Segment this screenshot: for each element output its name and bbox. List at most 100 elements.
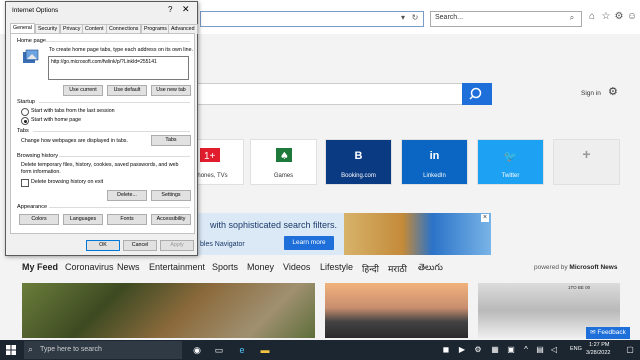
- tabs-heading: Tabs: [17, 128, 29, 134]
- delete-button[interactable]: Delete...: [107, 190, 147, 201]
- network-icon[interactable]: ▤: [534, 344, 546, 356]
- bing-search-input[interactable]: [195, 83, 465, 105]
- powered-by: powered by Microsoft News: [534, 264, 617, 271]
- smiley-icon[interactable]: ☺: [626, 11, 638, 23]
- notifications-icon[interactable]: ▢: [624, 344, 636, 356]
- startup-heading: Startup: [17, 99, 36, 105]
- nav-videos[interactable]: Videos: [283, 262, 310, 272]
- signin-link[interactable]: Sign in: [581, 90, 601, 97]
- tile-label: Booking.com: [341, 173, 376, 179]
- internet-options-dialog: Internet Options ? ✕ General Security Pr…: [5, 1, 198, 256]
- feedback-button[interactable]: ✉ Feedback: [586, 327, 630, 339]
- brand-logo-icon: 1+: [200, 148, 220, 162]
- tile-add[interactable]: +: [553, 139, 620, 185]
- settings-tray-icon[interactable]: ⚙: [472, 344, 484, 356]
- video-icon[interactable]: ▶: [456, 344, 468, 356]
- tabs-button[interactable]: Tabs: [151, 135, 191, 146]
- tile-games[interactable]: ♠ Games: [250, 139, 317, 185]
- nav-lifestyle[interactable]: Lifestyle: [320, 262, 353, 272]
- task-view-icon[interactable]: ▭: [213, 344, 225, 356]
- history-description-2: form information.: [21, 169, 61, 175]
- home-page-url-field[interactable]: http://go.microsoft.com/fwlink/p/?LinkId…: [48, 56, 189, 80]
- image-icon[interactable]: ▣: [505, 344, 517, 356]
- browsing-history-heading: Browsing history: [17, 153, 59, 159]
- apply-button[interactable]: Apply: [160, 240, 194, 251]
- nav-hindi[interactable]: हिन्दी: [362, 262, 379, 275]
- taskbar-search-placeholder: Type here to search: [40, 346, 102, 353]
- languages-button[interactable]: Languages: [63, 214, 103, 225]
- tile-label: Games: [273, 173, 294, 179]
- search-icon: ⌕: [28, 344, 34, 354]
- home-page-icon: [23, 49, 39, 63]
- booking-icon: B: [354, 150, 363, 162]
- startup-tabs-label: Start with tabs from the last session: [31, 108, 115, 114]
- address-dropdown-icon[interactable]: ▾: [398, 13, 408, 23]
- tile-linkedin[interactable]: in LinkedIn: [401, 139, 468, 185]
- page-settings-icon[interactable]: ⚙: [608, 86, 620, 98]
- gear-icon[interactable]: ⚙: [613, 11, 625, 23]
- powered-brand: Microsoft News: [569, 264, 618, 271]
- chevron-up-icon[interactable]: ^: [520, 344, 532, 356]
- news-image-crowd[interactable]: [22, 283, 315, 338]
- colors-button[interactable]: Colors: [19, 214, 59, 225]
- refresh-icon[interactable]: ↻: [410, 13, 420, 23]
- clock-date[interactable]: 3/28/2022: [586, 350, 610, 356]
- news-image-road[interactable]: [325, 283, 468, 338]
- ad-text: with sophisticated search filters.: [210, 220, 338, 230]
- address-bar[interactable]: [200, 11, 424, 27]
- home-page-description: To create home page tabs, type each addr…: [49, 47, 193, 53]
- help-button[interactable]: ?: [168, 5, 172, 14]
- general-tab-panel: Home page To create home page tabs, type…: [10, 33, 195, 234]
- browser-search-box[interactable]: Search...: [430, 11, 582, 27]
- nav-telugu[interactable]: తెలుగు: [418, 262, 443, 275]
- nav-sports[interactable]: Sports: [212, 262, 238, 272]
- search-icon[interactable]: ⌕: [567, 13, 577, 23]
- settings-button[interactable]: Settings: [151, 190, 191, 201]
- windows-start-icon[interactable]: [6, 345, 16, 355]
- camera-icon[interactable]: ◼: [440, 344, 452, 356]
- feedback-label: Feedback: [597, 329, 626, 336]
- close-icon[interactable]: ×: [481, 214, 489, 222]
- chrome-icon[interactable]: ◉: [191, 344, 203, 356]
- search-icon: [469, 87, 482, 100]
- nav-money[interactable]: Money: [247, 262, 274, 272]
- nav-coronavirus[interactable]: Coronavirus: [65, 262, 114, 272]
- games-icon: ♠: [276, 148, 292, 162]
- close-button[interactable]: ✕: [182, 4, 190, 15]
- clock-time[interactable]: 1:27 PM: [589, 342, 609, 348]
- use-default-button[interactable]: Use default: [107, 85, 147, 96]
- nav-marathi[interactable]: मराठी: [388, 262, 407, 275]
- nav-entertainment[interactable]: Entertainment: [149, 262, 205, 272]
- tile-label: Twitter: [501, 173, 520, 179]
- ad-subtext: bles Navigator: [200, 241, 245, 248]
- volume-icon[interactable]: ◁: [548, 344, 560, 356]
- svg-text:♠: ♠: [280, 151, 289, 162]
- delete-history-label: Delete browsing history on exit: [31, 179, 104, 185]
- nav-news[interactable]: News: [117, 262, 140, 272]
- file-explorer-icon[interactable]: ▬: [259, 344, 271, 356]
- delete-history-checkbox[interactable]: [21, 179, 29, 187]
- bing-search-button[interactable]: [462, 83, 492, 105]
- startup-tabs-radio[interactable]: [21, 108, 29, 116]
- appearance-heading: Appearance: [17, 204, 48, 210]
- browser-search-placeholder: Search...: [435, 14, 464, 21]
- language-indicator[interactable]: ENG: [570, 346, 582, 352]
- use-current-button[interactable]: Use current: [63, 85, 103, 96]
- startup-home-radio[interactable]: [21, 117, 29, 125]
- ad-learn-more-button[interactable]: Learn more: [284, 236, 334, 250]
- apps-icon[interactable]: ▦: [489, 344, 501, 356]
- nav-my-feed[interactable]: My Feed: [22, 262, 58, 272]
- home-icon[interactable]: ⌂: [586, 11, 598, 23]
- ie-icon[interactable]: e: [236, 344, 248, 356]
- fonts-button[interactable]: Fonts: [107, 214, 147, 225]
- star-icon[interactable]: ☆: [600, 11, 612, 23]
- ok-button[interactable]: OK: [86, 240, 120, 251]
- tile-twitter[interactable]: 🐦 Twitter: [477, 139, 544, 185]
- cancel-button[interactable]: Cancel: [123, 240, 157, 251]
- svg-text:1+: 1+: [204, 151, 216, 162]
- use-new-tab-button[interactable]: Use new tab: [151, 85, 191, 96]
- accessibility-button[interactable]: Accessibility: [151, 214, 191, 225]
- tile-label: LinkedIn: [423, 173, 446, 179]
- plus-icon: +: [582, 146, 591, 162]
- tile-booking[interactable]: B Booking.com: [325, 139, 392, 185]
